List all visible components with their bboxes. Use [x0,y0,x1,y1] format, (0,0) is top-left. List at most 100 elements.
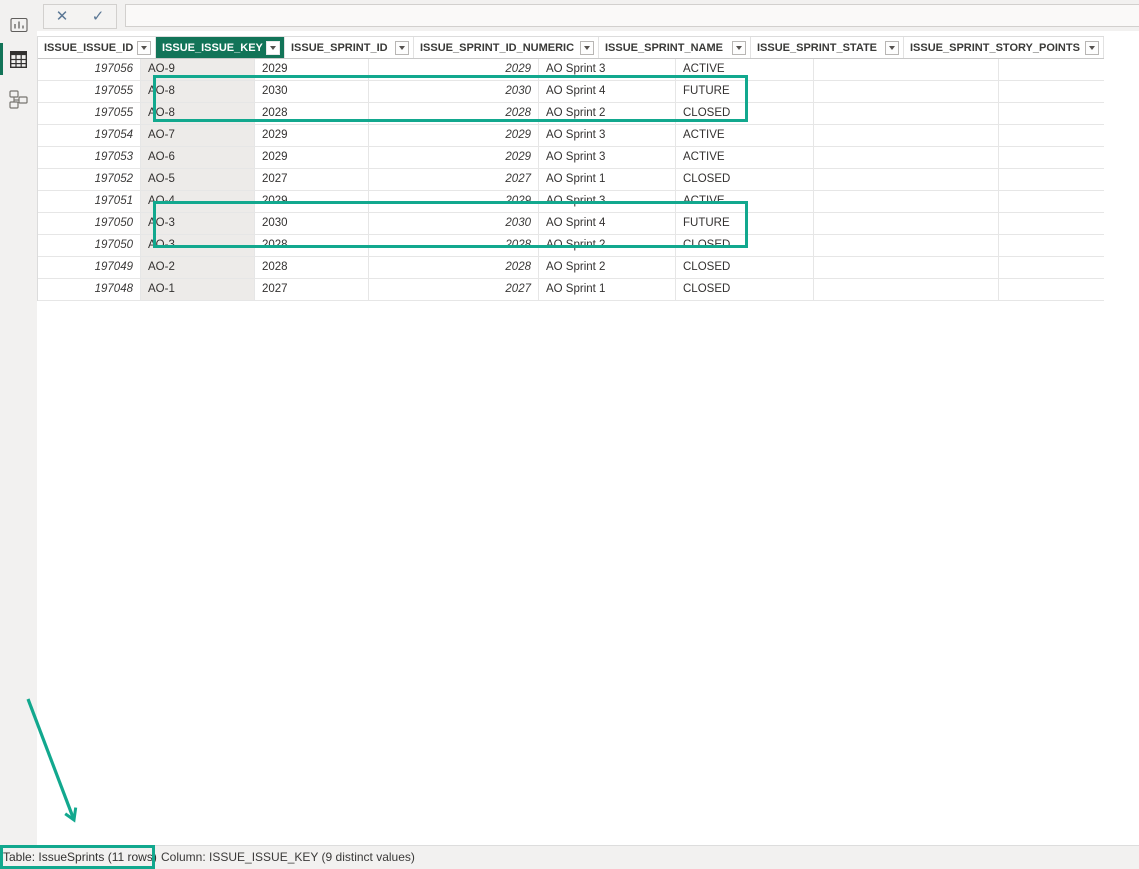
report-chart-icon [10,16,28,34]
table-cell[interactable]: AO-3 [141,213,255,234]
table-cell[interactable]: AO-6 [141,147,255,168]
table-cell[interactable]: 2029 [255,59,369,80]
table-cell[interactable]: 2030 [369,81,539,102]
table-cell[interactable]: AO Sprint 4 [539,81,676,102]
column-filter-button[interactable] [395,41,409,55]
column-header-issue-sprint-state[interactable]: ISSUE_SPRINT_STATE [751,37,904,58]
table-cell[interactable]: 2029 [369,191,539,212]
table-cell[interactable]: 197050 [38,213,141,234]
table-cell[interactable]: AO Sprint 2 [539,235,676,256]
table-cell[interactable]: AO Sprint 1 [539,279,676,300]
table-cell[interactable]: AO Sprint 3 [539,125,676,146]
table-cell[interactable]: AO Sprint 2 [539,103,676,124]
table-cell[interactable]: ACTIVE [676,125,814,146]
table-cell[interactable]: 2027 [369,169,539,190]
table-cell[interactable]: AO-2 [141,257,255,278]
table-cell[interactable]: 2027 [255,279,369,300]
table-cell[interactable]: CLOSED [676,279,814,300]
table-cell[interactable]: AO Sprint 3 [539,59,676,80]
table-cell[interactable] [814,125,999,146]
commit-icon[interactable]: ✓ [88,6,109,27]
table-cell[interactable]: 197050 [38,235,141,256]
table-cell[interactable]: CLOSED [676,169,814,190]
formula-bar-input[interactable] [125,4,1139,27]
table-cell[interactable]: 197055 [38,81,141,102]
table-cell[interactable]: 2029 [369,59,539,80]
table-cell[interactable]: 2030 [255,81,369,102]
table-cell[interactable]: 197054 [38,125,141,146]
table-cell[interactable]: AO-1 [141,279,255,300]
table-cell[interactable]: 197056 [38,59,141,80]
table-cell[interactable]: 2028 [255,103,369,124]
table-cell[interactable]: 2029 [369,147,539,168]
table-cell[interactable] [814,169,999,190]
column-header-label: ISSUE_ISSUE_ID [38,42,133,54]
table-cell[interactable]: CLOSED [676,103,814,124]
table-cell[interactable] [814,191,999,212]
column-header-issue-sprint-id-numeric[interactable]: ISSUE_SPRINT_ID_NUMERIC [414,37,599,58]
table-cell[interactable]: AO Sprint 3 [539,147,676,168]
table-cell[interactable]: 2030 [255,213,369,234]
table-cell[interactable]: AO-5 [141,169,255,190]
table-cell[interactable]: 2029 [369,125,539,146]
table-cell[interactable]: 197053 [38,147,141,168]
table-cell[interactable]: AO Sprint 4 [539,213,676,234]
table-cell[interactable]: 197052 [38,169,141,190]
table-cell[interactable]: AO-3 [141,235,255,256]
table-cell[interactable]: 2030 [369,213,539,234]
table-cell[interactable] [814,257,999,278]
table-cell[interactable]: 2029 [255,125,369,146]
table-cell[interactable] [814,81,999,102]
column-filter-button[interactable] [580,41,594,55]
table-cell[interactable]: 2028 [369,235,539,256]
column-header-issue-sprint-story-points[interactable]: ISSUE_SPRINT_STORY_POINTS [904,37,1104,58]
table-cell[interactable]: FUTURE [676,213,814,234]
column-filter-button[interactable] [266,41,280,55]
column-header-issue-sprint-name[interactable]: ISSUE_SPRINT_NAME [599,37,751,58]
table-cell[interactable]: ACTIVE [676,147,814,168]
table-cell[interactable]: 2028 [369,257,539,278]
column-filter-button[interactable] [885,41,899,55]
table-cell[interactable]: AO-8 [141,103,255,124]
column-header-issue-sprint-id[interactable]: ISSUE_SPRINT_ID [285,37,414,58]
table-cell[interactable] [814,213,999,234]
column-filter-button[interactable] [732,41,746,55]
table-cell[interactable] [814,59,999,80]
rail-item-report-view[interactable] [0,8,37,42]
table-cell[interactable]: 197051 [38,191,141,212]
table-cell[interactable] [814,235,999,256]
rail-item-data-view[interactable] [0,42,37,76]
table-cell[interactable]: ACTIVE [676,191,814,212]
rail-item-model-view[interactable] [0,82,37,116]
table-cell[interactable]: 2027 [255,169,369,190]
table-cell[interactable]: 2028 [369,103,539,124]
table-cell[interactable]: 197049 [38,257,141,278]
table-cell[interactable]: AO-8 [141,81,255,102]
table-cell[interactable]: FUTURE [676,81,814,102]
table-cell[interactable]: AO-7 [141,125,255,146]
column-header-issue-issue-id[interactable]: ISSUE_ISSUE_ID [38,37,156,58]
cancel-icon[interactable]: ✕ [52,6,73,27]
table-cell[interactable]: AO Sprint 3 [539,191,676,212]
table-cell[interactable]: 197048 [38,279,141,300]
table-cell[interactable]: 197055 [38,103,141,124]
table-cell[interactable] [814,147,999,168]
table-cell[interactable]: 2028 [255,257,369,278]
table-cell[interactable]: 2029 [255,147,369,168]
table-cell[interactable]: CLOSED [676,235,814,256]
table-cell[interactable]: CLOSED [676,257,814,278]
table-cell[interactable]: 2028 [255,235,369,256]
table-cell[interactable]: AO Sprint 2 [539,257,676,278]
table-cell[interactable] [814,103,999,124]
table-cell[interactable]: AO-4 [141,191,255,212]
table-cell[interactable]: 2029 [255,191,369,212]
column-header-issue-issue-key[interactable]: ISSUE_ISSUE_KEY [156,37,285,58]
table-cell[interactable]: AO Sprint 1 [539,169,676,190]
column-filter-button[interactable] [137,41,151,55]
column-header-label: ISSUE_SPRINT_STORY_POINTS [904,42,1080,54]
table-cell[interactable]: AO-9 [141,59,255,80]
table-cell[interactable] [814,279,999,300]
table-cell[interactable]: 2027 [369,279,539,300]
column-filter-button[interactable] [1085,41,1099,55]
table-cell[interactable]: ACTIVE [676,59,814,80]
